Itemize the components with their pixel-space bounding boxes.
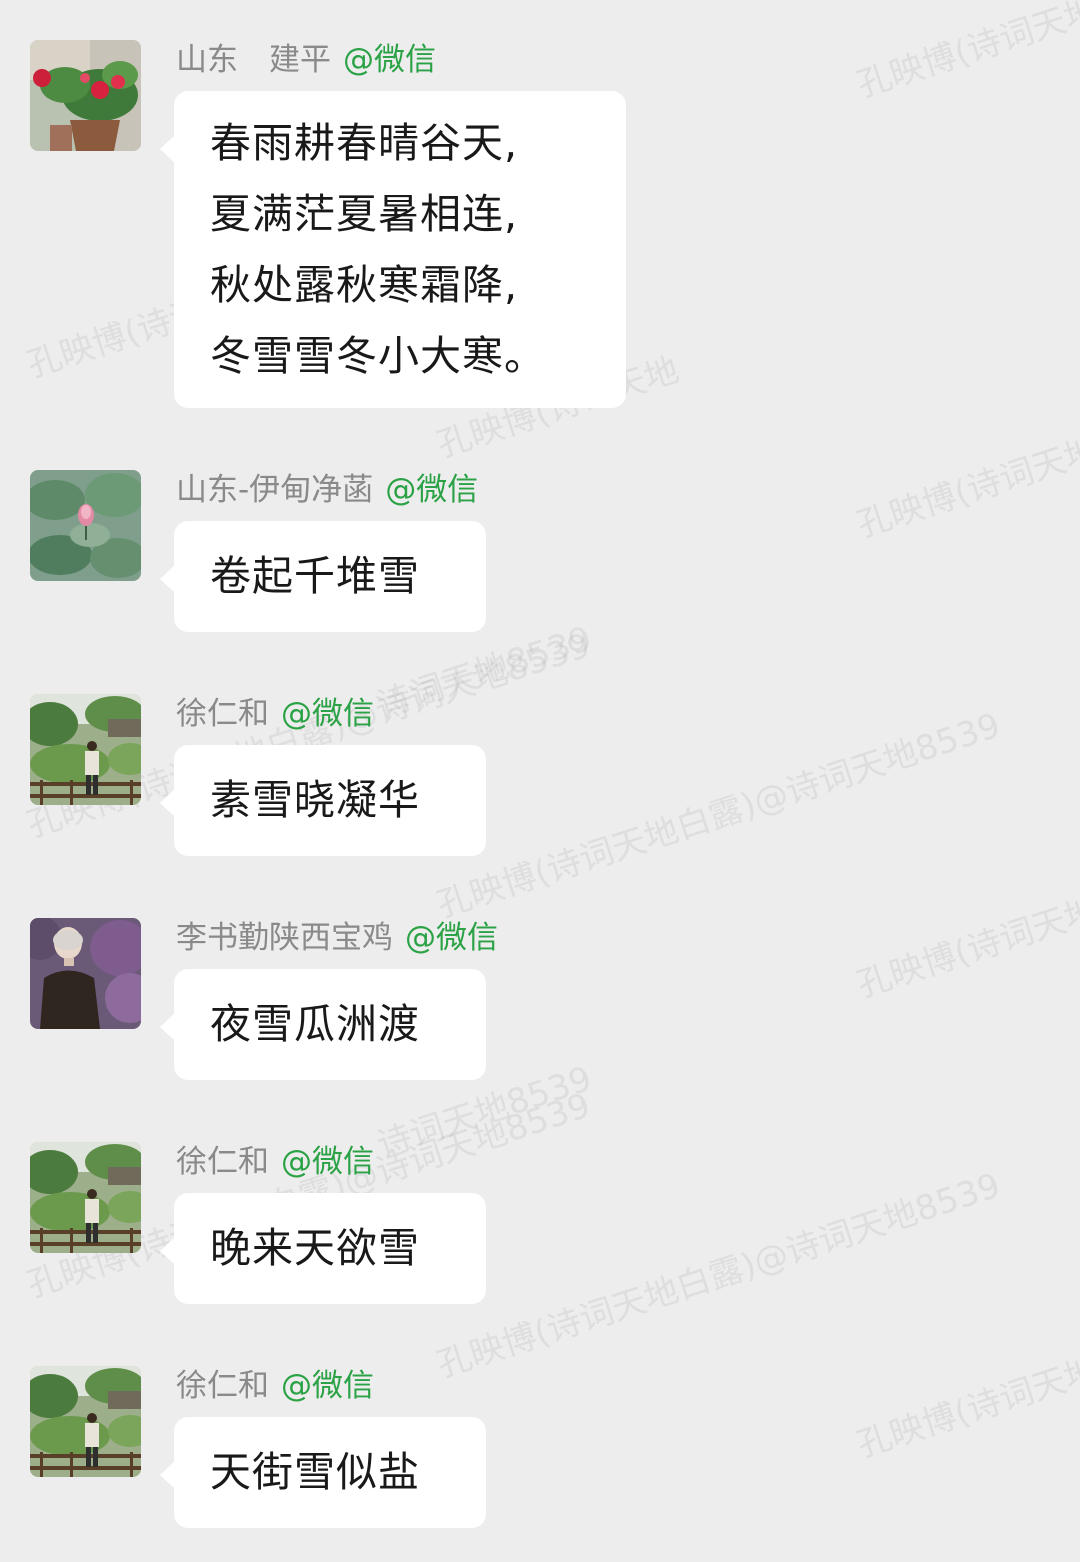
message-text: 卷起千堆雪 [210, 552, 420, 600]
poem-line: 秋处露秋寒霜降, [210, 261, 519, 309]
watermark: 孔映博(诗词天地白露)@诗词天地8539 [432, 1165, 1006, 1386]
message-text: 天街雪似盐 [210, 1448, 420, 1496]
message-bubble[interactable]: 素雪晓凝华 [160, 745, 486, 856]
sender-name[interactable]: 山东-伊甸净菡 [176, 472, 373, 508]
sender-name[interactable]: 山东 建平 [176, 42, 331, 78]
platform-tag: @微信 [343, 42, 436, 78]
garden-person-avatar[interactable] [30, 1142, 141, 1253]
poem-line: 夏满茫夏暑相连, [210, 190, 519, 238]
message-bubble[interactable]: 天街雪似盐 [160, 1417, 486, 1528]
platform-tag: @微信 [281, 696, 374, 732]
watermark: 孔映博(诗词天地 [852, 1349, 1080, 1466]
watermark: 孔映博(诗词天地白露)@诗词天地8539 [432, 705, 1006, 926]
message-bubble[interactable]: 卷起千堆雪 [160, 521, 486, 632]
watermark: 孔映博(诗词天地 [852, 889, 1080, 1006]
sender-line: 徐仁和 @微信 [176, 1142, 374, 1182]
chat-view: 孔映博(诗词天地 孔映博(诗词天地白露)@诗词天地8539 孔映博(诗词天地 孔… [0, 0, 1080, 1562]
platform-tag: @微信 [405, 920, 498, 956]
sender-line: 徐仁和 @微信 [176, 694, 374, 734]
sender-name[interactable]: 徐仁和 [176, 696, 269, 732]
message-bubble[interactable]: 夜雪瓜洲渡 [160, 969, 486, 1080]
lotus-pond-avatar[interactable] [30, 470, 141, 581]
platform-tag: @微信 [385, 472, 479, 508]
message-text: 晚来天欲雪 [210, 1224, 420, 1272]
sender-name[interactable]: 徐仁和 [176, 1368, 269, 1404]
garden-person-avatar[interactable] [30, 1366, 141, 1477]
platform-tag: @微信 [281, 1144, 374, 1180]
platform-tag: @微信 [281, 1368, 374, 1404]
message-text: 夜雪瓜洲渡 [210, 1000, 420, 1048]
message-bubble[interactable]: 晚来天欲雪 [160, 1193, 486, 1304]
message-text: 素雪晓凝华 [210, 776, 420, 824]
portrait-flowers-avatar[interactable] [30, 918, 141, 1029]
sender-name[interactable]: 徐仁和 [176, 1144, 269, 1180]
poem-line: 冬雪雪冬小大寒。 [210, 332, 546, 380]
red-flower-pot-avatar[interactable] [30, 40, 141, 151]
poem-line: 春雨耕春晴谷天, [210, 119, 519, 167]
garden-person-avatar[interactable] [30, 694, 141, 805]
sender-line: 山东 建平 @微信 [176, 40, 436, 80]
sender-line: 山东-伊甸净菡 @微信 [176, 470, 478, 510]
sender-name[interactable]: 李书勤陕西宝鸡 [176, 920, 393, 956]
watermark: 孔映博(诗词天地 [852, 429, 1080, 546]
sender-line: 李书勤陕西宝鸡 @微信 [176, 918, 498, 958]
message-bubble[interactable]: 春雨耕春晴谷天, 夏满茫夏暑相连, 秋处露秋寒霜降, 冬雪雪冬小大寒。 [160, 91, 626, 408]
watermark: 孔映博(诗词天地 [852, 0, 1080, 106]
sender-line: 徐仁和 @微信 [176, 1366, 374, 1406]
